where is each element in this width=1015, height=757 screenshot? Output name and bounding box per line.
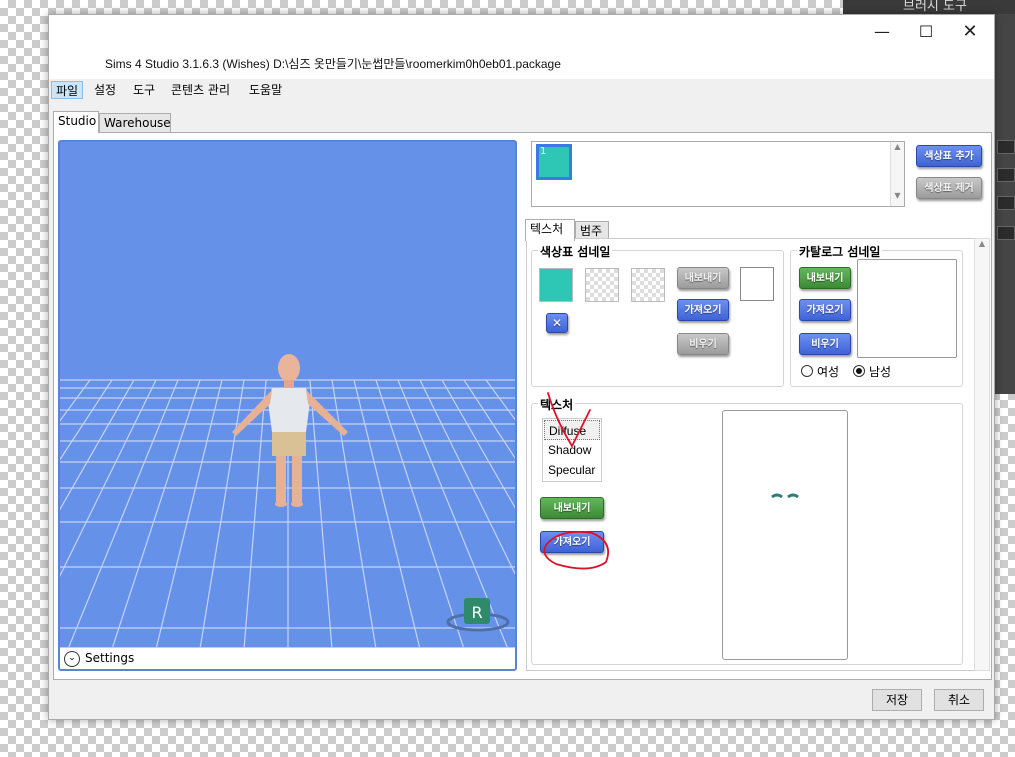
background-app-toolbar: 브러시 도구: [843, 0, 1015, 14]
tab-studio[interactable]: Studio: [53, 111, 99, 133]
catalog-clear-button[interactable]: 비우기: [799, 333, 851, 355]
background-app-control: [997, 196, 1015, 210]
floor-grid: R: [60, 354, 515, 649]
window-title: Sims 4 Studio 3.1.6.3 (Wishes) D:\심즈 옷만들…: [105, 57, 561, 71]
swatch-list-scrollbar[interactable]: ▲ ▼: [890, 142, 904, 206]
texture-group: 텍스처 Diffuse Shadow Specular 내보내기 가져오기: [531, 396, 963, 665]
cancel-button[interactable]: 취소: [934, 689, 984, 711]
texture-item-diffuse[interactable]: Diffuse: [544, 420, 600, 440]
menu-settings[interactable]: 설정: [90, 81, 120, 99]
catalog-thumbnail-group: 카탈로그 섬네일 내보내기 가져오기 비우기 여성 남성: [790, 243, 963, 387]
texture-group-title: 텍스처: [538, 396, 576, 413]
close-button[interactable]: ✕: [948, 19, 992, 45]
studio-panel: R ⌄ Settings 1 ▲ ▼ 색상표 추가 색상표 제거 텍스처 범주: [53, 132, 992, 680]
swatch-thumb-import-button[interactable]: 가져오기: [677, 299, 729, 321]
scroll-down-icon[interactable]: ▼: [891, 191, 904, 200]
swatch-list[interactable]: 1 ▲ ▼: [531, 141, 905, 207]
swatch-item[interactable]: 1: [536, 144, 572, 180]
menu-help[interactable]: 도움말: [245, 81, 286, 99]
sim-figure: [232, 354, 348, 507]
catalog-thumbnail-preview[interactable]: [857, 259, 957, 358]
menu-tools[interactable]: 도구: [129, 81, 159, 99]
background-app-side-panel: [995, 14, 1015, 394]
background-app-control: [997, 226, 1015, 240]
background-app-control: [997, 140, 1015, 154]
swatch-item-label: 1: [540, 146, 547, 157]
male-radio[interactable]: [853, 365, 865, 377]
texture-panel: 색상표 섬네일 내보내기 ✕ 가져오기 비우기 카탈로그 섬네일 내보내기 가져…: [526, 238, 976, 671]
texture-panel-scrollbar[interactable]: ▲: [974, 238, 990, 671]
catalog-import-button[interactable]: 가져오기: [799, 299, 851, 321]
title-bar: Sims 4 Studio 3.1.6.3 (Wishes) D:\심즈 옷만들…: [49, 15, 994, 79]
settings-label[interactable]: Settings: [85, 651, 134, 665]
scroll-up-icon[interactable]: ▲: [891, 142, 904, 151]
male-radio-label[interactable]: 남성: [869, 363, 891, 380]
reset-badge-text: R: [471, 603, 482, 622]
tab-warehouse[interactable]: Warehouse: [99, 113, 171, 133]
chevron-down-icon[interactable]: ⌄: [64, 651, 80, 667]
swatch-thumb-clear-button[interactable]: 비우기: [677, 333, 729, 355]
swatch-color-preview[interactable]: [740, 267, 774, 301]
texture-item-specular[interactable]: Specular: [544, 460, 600, 480]
menu-file[interactable]: 파일: [51, 81, 84, 99]
background-app-control: [997, 168, 1015, 182]
remove-thumbnail-icon[interactable]: ✕: [546, 313, 568, 333]
viewport-settings-bar[interactable]: ⌄ Settings: [60, 647, 515, 669]
remove-swatch-button[interactable]: 색상표 제거: [916, 177, 982, 199]
texture-import-button[interactable]: 가져오기: [540, 531, 604, 553]
swatch-thumbnail-group: 색상표 섬네일 내보내기 ✕ 가져오기 비우기: [531, 243, 784, 387]
female-radio-label[interactable]: 여성: [817, 363, 839, 380]
menu-bar: 파일 설정 도구 콘텐츠 관리 도움말: [49, 79, 994, 101]
menu-content-management[interactable]: 콘텐츠 관리: [167, 81, 234, 99]
texture-item-shadow[interactable]: Shadow: [544, 440, 600, 460]
swatch-thumbnail-slot[interactable]: [585, 268, 619, 302]
swatch-thumb-export-button[interactable]: 내보내기: [677, 267, 729, 289]
texture-preview[interactable]: [722, 410, 848, 660]
add-swatch-button[interactable]: 색상표 추가: [916, 145, 982, 167]
minimize-button[interactable]: —: [860, 19, 904, 45]
swatch-thumbnail-slot[interactable]: [631, 268, 665, 302]
texture-list[interactable]: Diffuse Shadow Specular: [542, 418, 602, 482]
3d-viewport[interactable]: R ⌄ Settings: [58, 140, 517, 671]
swatch-thumbnail-preview[interactable]: [539, 268, 573, 302]
maximize-button[interactable]: ☐: [904, 19, 948, 45]
texture-export-button[interactable]: 내보내기: [540, 497, 604, 519]
catalog-thumbnail-title: 카탈로그 섬네일: [797, 243, 883, 260]
female-radio[interactable]: [801, 365, 813, 377]
sims4studio-window: Sims 4 Studio 3.1.6.3 (Wishes) D:\심즈 옷만들…: [48, 14, 995, 720]
reset-camera-icon[interactable]: R: [446, 598, 510, 632]
tab-texture[interactable]: 텍스처: [525, 219, 575, 241]
scroll-up-icon[interactable]: ▲: [975, 239, 989, 248]
brush-tool-label: 브러시 도구: [903, 0, 967, 14]
catalog-export-button[interactable]: 내보내기: [799, 267, 851, 289]
save-button[interactable]: 저장: [872, 689, 922, 711]
eyebrow-texture-preview: [771, 493, 799, 499]
swatch-thumbnail-title: 색상표 섬네일: [538, 243, 613, 260]
